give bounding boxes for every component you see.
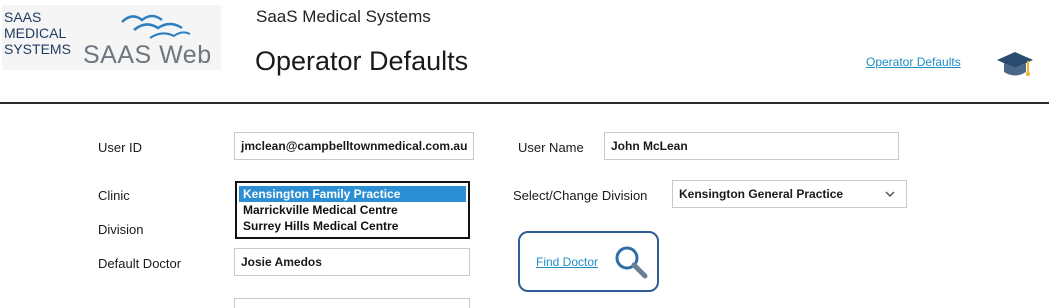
default-doctor-value: Josie Amedos [241,255,322,269]
graduation-cap-icon[interactable] [995,49,1035,81]
chevron-down-icon [885,191,895,198]
clinic-option[interactable]: Marrickville Medical Centre [239,202,466,218]
logo-line-1: SAAS [4,9,42,25]
select-division-label: Select/Change Division [513,188,648,203]
user-name-field[interactable]: John McLean [604,132,899,160]
clinic-option[interactable]: Surrey Hills Medical Centre [239,218,466,234]
logo-line-3: SYSTEMS [4,41,71,57]
logo-line-2: MEDICAL [4,25,67,41]
product-name: SAAS Web [83,41,212,69]
partial-field[interactable] [234,298,470,308]
division-select[interactable]: Kensington General Practice [672,180,907,208]
clinic-option[interactable]: Kensington Family Practice [239,186,466,202]
division-select-value: Kensington General Practice [679,187,844,201]
birds-logo-icon [121,14,191,39]
logo-text: SAAS MEDICAL SYSTEMS [4,9,71,57]
user-name-label: User Name [518,140,584,155]
operator-defaults-link[interactable]: Operator Defaults [866,55,961,69]
search-icon[interactable] [612,244,650,280]
page-title: Operator Defaults [255,46,469,76]
user-id-field[interactable]: jmclean@campbelltownmedical.com.au [234,132,474,160]
company-name: SaaS Medical Systems [256,7,431,26]
division-label: Division [98,222,144,237]
user-id-value: jmclean@campbelltownmedical.com.au [241,139,468,153]
default-doctor-field[interactable]: Josie Amedos [234,248,470,276]
clinic-listbox[interactable]: Kensington Family Practice Marrickville … [235,181,470,239]
default-doctor-label: Default Doctor [98,256,182,271]
clinic-label: Clinic [98,188,130,203]
user-name-value: John McLean [611,139,688,153]
header-divider [0,102,1049,104]
user-id-label: User ID [98,140,143,155]
find-doctor-link[interactable]: Find Doctor [536,255,598,269]
